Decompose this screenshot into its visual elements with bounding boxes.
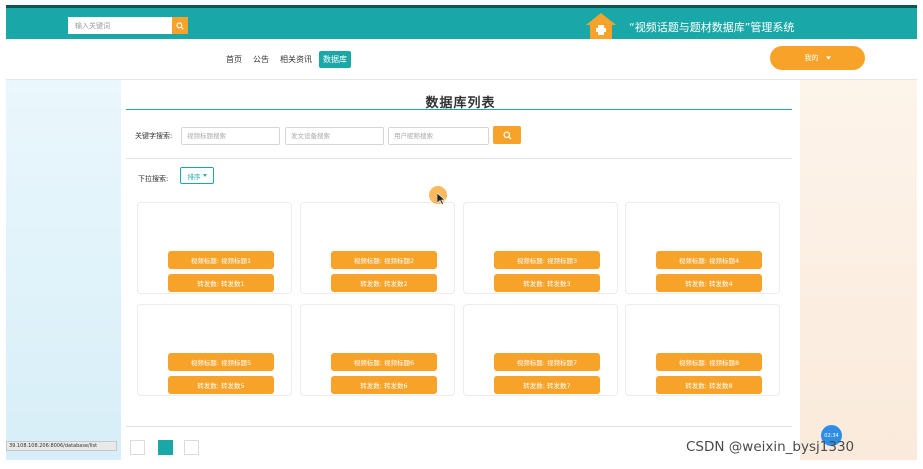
card-forward-count: 转发数: 转发数2 <box>331 274 437 292</box>
user-menu-label: 我的 <box>804 54 819 62</box>
nav-bar: 首页 公告 相关资讯 数据库 我的 <box>6 39 917 80</box>
search-icon <box>502 130 512 140</box>
nav-item-home[interactable]: 首页 <box>222 51 246 68</box>
title-underline <box>126 109 792 110</box>
device-search-input[interactable] <box>285 127 384 145</box>
watermark: CSDN @weixin_bysj1330 <box>686 439 855 455</box>
card-forward-count: 转发数: 转发数3 <box>494 274 600 292</box>
nav-item-news[interactable]: 相关资讯 <box>276 51 316 68</box>
main-panel: 数据库列表 关键字搜索: 下拉搜索: 排序 视频标题: 视频标题1 转发数: 转… <box>121 80 800 460</box>
home-icon <box>586 13 616 39</box>
nav-item-notice[interactable]: 公告 <box>249 51 273 68</box>
pagination-prev[interactable] <box>130 440 145 455</box>
system-title: “视频话题与题材数据库”管理系统 <box>629 21 795 34</box>
keyword-search-button[interactable] <box>493 126 521 144</box>
database-card[interactable]: 视频标题: 视频标题6 转发数: 转发数6 <box>300 304 455 396</box>
card-video-title: 视频标题: 视频标题2 <box>331 251 437 269</box>
header-search-input[interactable] <box>68 17 172 34</box>
sort-dropdown[interactable]: 排序 <box>180 167 214 184</box>
card-video-title: 视频标题: 视频标题3 <box>494 251 600 269</box>
card-video-title: 视频标题: 视频标题5 <box>168 353 274 371</box>
card-forward-count: 转发数: 转发数8 <box>656 376 762 394</box>
nickname-search-input[interactable] <box>388 127 489 145</box>
user-menu-button[interactable]: 我的 <box>770 46 865 70</box>
cursor-icon <box>437 193 446 205</box>
keyword-search-label: 关键字搜索: <box>135 132 173 140</box>
card-video-title: 视频标题: 视频标题4 <box>656 251 762 269</box>
card-video-title: 视频标题: 视频标题7 <box>494 353 600 371</box>
search-divider <box>126 158 792 159</box>
card-forward-count: 转发数: 转发数5 <box>168 376 274 394</box>
top-bar: “视频话题与题材数据库”管理系统 <box>6 5 917 39</box>
database-card[interactable]: 视频标题: 视频标题2 转发数: 转发数2 <box>300 202 455 294</box>
left-background <box>6 80 121 460</box>
database-card[interactable]: 视频标题: 视频标题7 转发数: 转发数7 <box>463 304 618 396</box>
card-forward-count: 转发数: 转发数7 <box>494 376 600 394</box>
video-title-search-input[interactable] <box>181 127 280 145</box>
header-search <box>68 17 190 34</box>
database-card[interactable]: 视频标题: 视频标题8 转发数: 转发数8 <box>625 304 780 396</box>
database-card[interactable]: 视频标题: 视频标题4 转发数: 转发数4 <box>625 202 780 294</box>
card-video-title: 视频标题: 视频标题1 <box>168 251 274 269</box>
card-video-title: 视频标题: 视频标题8 <box>656 353 762 371</box>
pagination-divider <box>126 426 792 427</box>
pagination-next[interactable] <box>184 440 199 455</box>
card-forward-count: 转发数: 转发数6 <box>331 376 437 394</box>
database-card[interactable]: 视频标题: 视频标题3 转发数: 转发数3 <box>463 202 618 294</box>
caret-down-icon <box>825 56 831 60</box>
database-card[interactable]: 视频标题: 视频标题1 转发数: 转发数1 <box>137 202 292 294</box>
main-nav: 首页 公告 相关资讯 数据库 <box>222 51 354 68</box>
database-card[interactable]: 视频标题: 视频标题5 转发数: 转发数5 <box>137 304 292 396</box>
card-video-title: 视频标题: 视频标题6 <box>331 353 437 371</box>
nav-item-database[interactable]: 数据库 <box>319 51 351 68</box>
caret-down-icon <box>202 174 207 177</box>
dropdown-search-label: 下拉搜索: <box>138 175 169 183</box>
search-icon <box>176 21 184 30</box>
card-forward-count: 转发数: 转发数4 <box>656 274 762 292</box>
pagination-page-current[interactable] <box>158 440 173 455</box>
sort-label: 排序 <box>187 172 201 181</box>
right-background <box>800 80 917 460</box>
header-search-button[interactable] <box>172 17 188 34</box>
status-bar-url: 39.108.108.206:8006/database/list <box>6 441 117 451</box>
card-forward-count: 转发数: 转发数1 <box>168 274 274 292</box>
